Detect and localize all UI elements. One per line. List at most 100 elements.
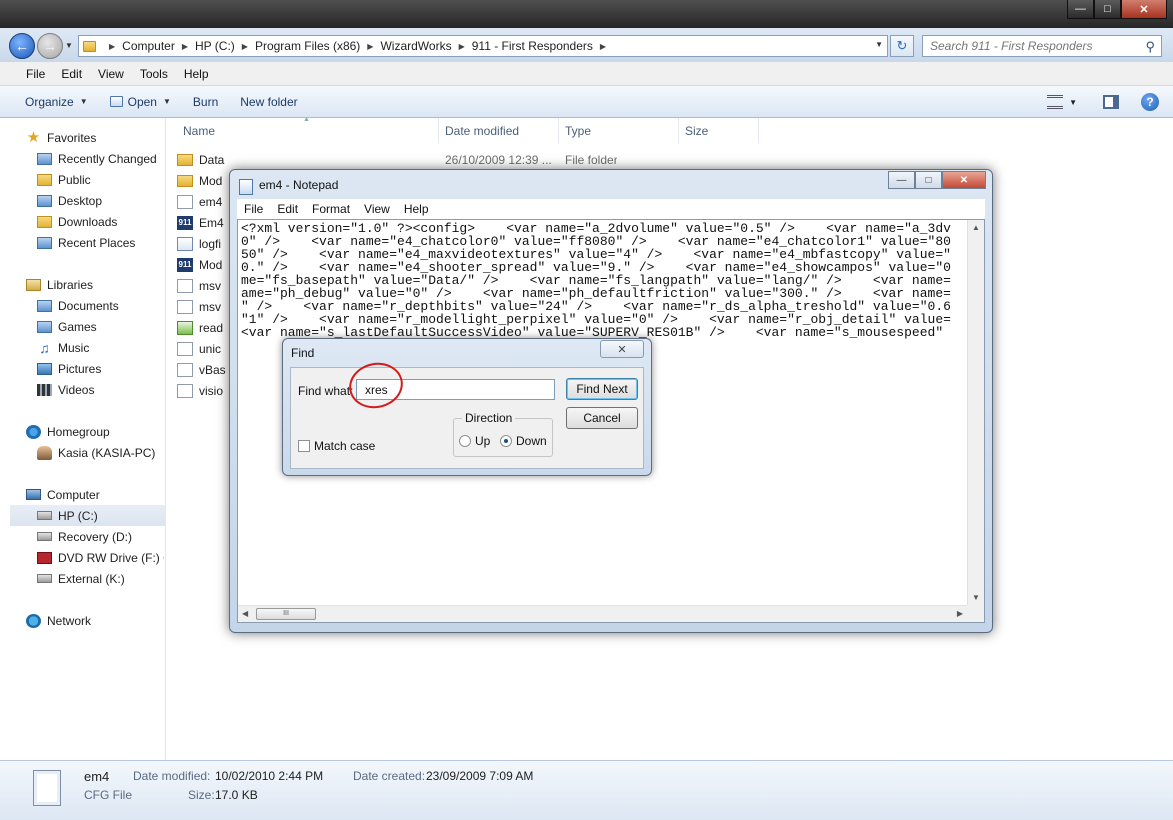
- menu-view[interactable]: View: [364, 202, 390, 216]
- address-row: ← → ▼ ▶ Computer ▶ HP (C:) ▶ Program Fil…: [0, 28, 1173, 62]
- nav-network[interactable]: Network: [26, 610, 192, 631]
- chevron-right-icon[interactable]: ▶: [459, 42, 465, 51]
- maximize-button[interactable]: □: [1094, 0, 1121, 19]
- search-box[interactable]: ⚲: [922, 35, 1162, 57]
- direction-label: Direction: [462, 411, 516, 425]
- chevron-right-icon[interactable]: ▶: [242, 42, 248, 51]
- chevron-down-icon: ▼: [79, 97, 88, 106]
- file-type: File folder: [565, 152, 617, 167]
- search-icon[interactable]: ⚲: [1145, 39, 1155, 55]
- scroll-left-icon[interactable]: ◀: [242, 609, 248, 618]
- maximize-button[interactable]: □: [915, 171, 942, 189]
- nav-homegroup[interactable]: Homegroup: [26, 421, 192, 442]
- chevron-right-icon[interactable]: ▶: [109, 42, 115, 51]
- nav-libraries[interactable]: Libraries: [26, 274, 192, 295]
- breadcrumb-item[interactable]: Program Files (x86): [255, 39, 360, 53]
- chevron-right-icon[interactable]: ▶: [367, 42, 373, 51]
- match-case-checkbox[interactable]: Match case: [298, 439, 375, 453]
- breadcrumb-item[interactable]: Computer: [122, 39, 175, 53]
- column-header-type[interactable]: Type: [559, 118, 679, 143]
- file-row[interactable]: Data 26/10/2009 12:39 ... File folder: [177, 149, 617, 170]
- help-icon[interactable]: ?: [1141, 93, 1159, 111]
- minimize-button[interactable]: —: [888, 171, 915, 189]
- menu-help[interactable]: Help: [404, 202, 429, 216]
- drive-icon: [37, 532, 52, 541]
- refresh-button[interactable]: ↻: [890, 35, 914, 57]
- burn-button[interactable]: Burn: [193, 95, 218, 109]
- document-icon: [177, 299, 193, 314]
- find-what-input[interactable]: [356, 379, 555, 400]
- burn-label: Burn: [192, 94, 219, 109]
- notepad-menubar: File Edit Format View Help: [237, 199, 985, 219]
- horizontal-scrollbar[interactable]: ◀ III ▶: [238, 605, 967, 622]
- column-label: Type: [565, 123, 592, 138]
- find-next-button[interactable]: Find Next: [566, 378, 638, 400]
- direction-up-radio[interactable]: Up: [459, 434, 490, 448]
- nav-computer[interactable]: Computer: [26, 484, 192, 505]
- breadcrumb-item[interactable]: WizardWorks: [380, 39, 451, 53]
- nav-homegroup-user[interactable]: Kasia (KASIA-PC): [37, 442, 203, 463]
- column-header-date[interactable]: Date modified: [439, 118, 559, 143]
- scroll-right-icon[interactable]: ▶: [957, 609, 963, 618]
- radio-icon: [459, 435, 471, 447]
- close-button[interactable]: ✕: [600, 340, 644, 358]
- cancel-button[interactable]: Cancel: [566, 407, 638, 429]
- menu-edit[interactable]: Edit: [277, 202, 298, 216]
- desktop-icon: [37, 194, 52, 207]
- menu-view[interactable]: View: [98, 67, 124, 81]
- chevron-right-icon[interactable]: ▶: [600, 42, 606, 51]
- search-input[interactable]: [930, 39, 1130, 53]
- organize-button[interactable]: Organize ▼: [25, 95, 88, 109]
- chevron-down-icon[interactable]: ▼: [163, 97, 171, 106]
- green-file-icon: [177, 320, 193, 335]
- details-date-modified: 10/02/2010 2:44 PM: [215, 769, 324, 783]
- menu-format[interactable]: Format: [312, 202, 350, 216]
- breadcrumb-item[interactable]: HP (C:): [195, 39, 235, 53]
- scroll-down-icon[interactable]: ▼: [972, 593, 980, 602]
- menu-tools[interactable]: Tools: [140, 67, 168, 81]
- nav-drive-f[interactable]: DVD RW Drive (F:) C: [37, 547, 164, 568]
- open-button[interactable]: Open ▼: [109, 94, 171, 109]
- nav-drive-d[interactable]: Recovery (D:): [37, 526, 203, 547]
- recently-changed-icon: [37, 152, 52, 165]
- nav-favorites[interactable]: ★ Favorites: [26, 127, 192, 148]
- menu-edit[interactable]: Edit: [61, 67, 82, 81]
- nav-label: DVD RW Drive (F:) C: [58, 550, 164, 565]
- nav-label: Public: [58, 172, 91, 187]
- homegroup-icon: [26, 424, 41, 439]
- explorer-caption-buttons: — □ ✕: [1067, 0, 1167, 19]
- chevron-right-icon[interactable]: ▶: [182, 42, 188, 51]
- open-label: Open: [127, 94, 157, 109]
- column-header-size[interactable]: Size: [679, 118, 759, 143]
- chevron-down-icon[interactable]: ▼: [875, 40, 883, 49]
- menu-file[interactable]: File: [244, 202, 263, 216]
- vertical-scrollbar[interactable]: ▲ ▼: [967, 220, 984, 605]
- refresh-icon: ↻: [896, 38, 908, 53]
- breadcrumb-item[interactable]: 911 - First Responders: [472, 39, 593, 53]
- change-view-icon[interactable]: [1047, 95, 1064, 109]
- close-button[interactable]: ✕: [1121, 0, 1167, 19]
- address-bar[interactable]: ▶ Computer ▶ HP (C:) ▶ Program Files (x8…: [78, 35, 888, 57]
- nav-drive-c[interactable]: HP (C:): [10, 505, 165, 526]
- menu-file[interactable]: File: [26, 67, 45, 81]
- folder-icon: [37, 173, 52, 186]
- close-button[interactable]: ✕: [942, 171, 986, 189]
- menu-help[interactable]: Help: [184, 67, 209, 81]
- back-button[interactable]: ←: [9, 33, 35, 59]
- preview-pane-icon[interactable]: [1103, 95, 1119, 109]
- scroll-up-icon[interactable]: ▲: [972, 223, 980, 232]
- explorer-toolbar: Organize ▼ Open ▼ Burn New folder ▼ ?: [0, 86, 1173, 118]
- nav-drive-k[interactable]: External (K:): [37, 568, 203, 589]
- minimize-button[interactable]: —: [1067, 0, 1094, 19]
- new-folder-button[interactable]: New folder: [240, 95, 297, 109]
- forward-button[interactable]: →: [37, 33, 63, 59]
- recent-pages-dropdown[interactable]: ▼: [65, 41, 73, 50]
- nav-label: Recent Places: [58, 235, 136, 250]
- chevron-down-icon[interactable]: ▼: [1069, 98, 1077, 107]
- notepad-title: em4 - Notepad: [259, 178, 339, 192]
- direction-down-radio[interactable]: Down: [500, 434, 547, 448]
- file-name: Mod: [199, 173, 223, 188]
- nav-label: Desktop: [58, 193, 103, 208]
- videos-icon: [37, 383, 52, 396]
- scroll-thumb[interactable]: III: [256, 608, 316, 620]
